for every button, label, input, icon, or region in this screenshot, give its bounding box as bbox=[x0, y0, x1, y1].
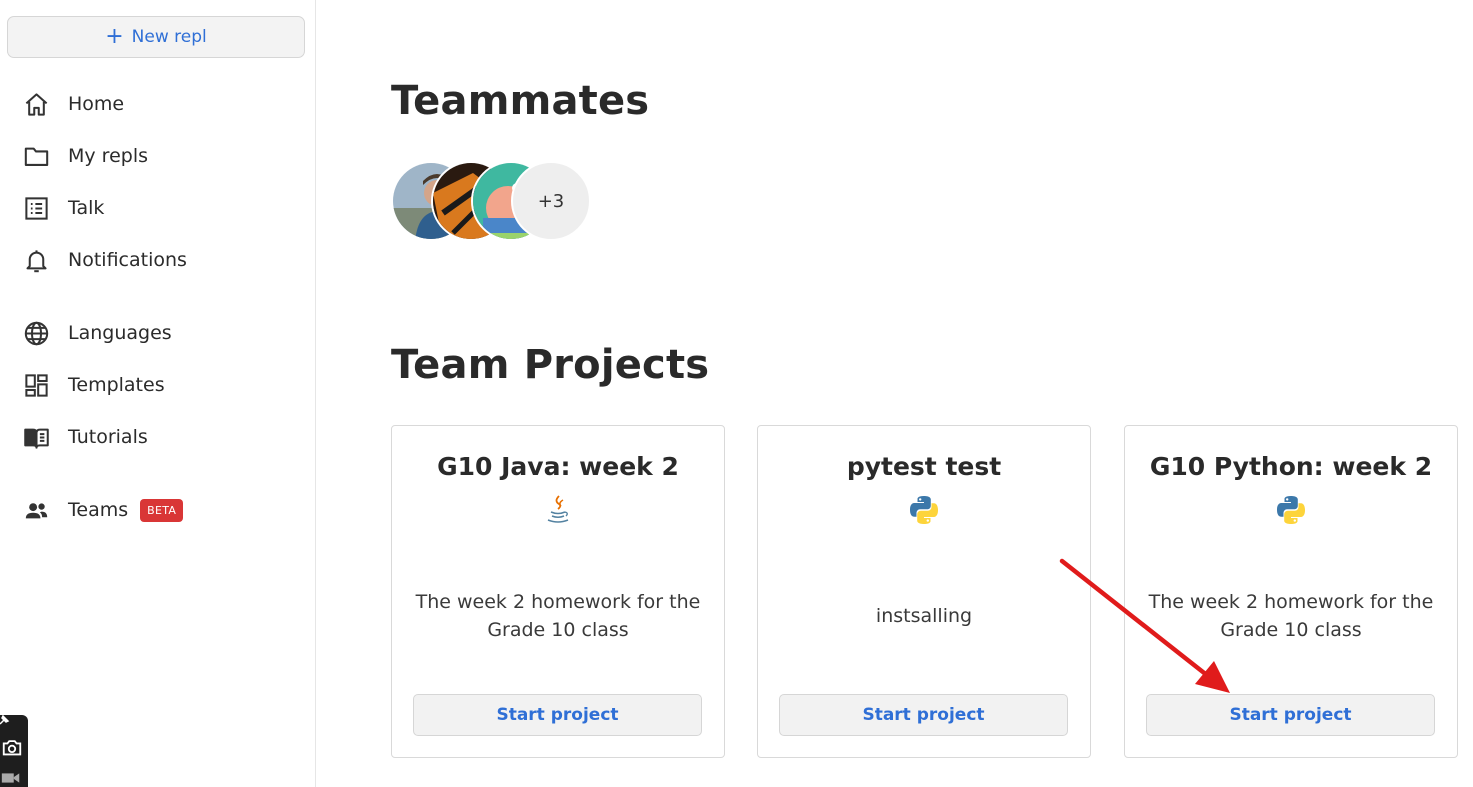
sidebar-item-label: Languages bbox=[68, 322, 172, 344]
video-icon[interactable] bbox=[0, 767, 22, 787]
sidebar-item-label: Talk bbox=[68, 197, 105, 219]
pin-icon bbox=[0, 714, 10, 725]
python-icon bbox=[910, 496, 938, 524]
project-title: G10 Java: week 2 bbox=[437, 452, 679, 481]
python-icon bbox=[1277, 496, 1305, 524]
bell-icon bbox=[22, 246, 50, 274]
book-icon bbox=[22, 423, 50, 451]
sidebar-item-languages[interactable]: Languages bbox=[22, 318, 172, 348]
sidebar-item-teams[interactable]: Teams BETA bbox=[22, 495, 184, 525]
project-description: instsalling bbox=[875, 605, 973, 627]
sidebar-item-label: Home bbox=[68, 93, 125, 115]
sidebar-item-label: Notifications bbox=[68, 249, 187, 271]
project-title: G10 Python: week 2 bbox=[1149, 452, 1433, 481]
folder-icon bbox=[22, 142, 50, 170]
sidebar-item-home[interactable]: Home bbox=[22, 89, 124, 119]
start-project-button[interactable]: Start project bbox=[779, 694, 1068, 736]
sidebar-item-notifications[interactable]: Notifications bbox=[22, 245, 187, 275]
globe-icon bbox=[22, 319, 50, 347]
home-icon bbox=[22, 90, 50, 118]
start-project-button[interactable]: Start project bbox=[413, 694, 702, 736]
screen-capture-widget[interactable] bbox=[0, 714, 28, 787]
project-card[interactable]: G10 Java: week 2 The week 2 homework for… bbox=[391, 425, 725, 758]
sidebar-item-talk[interactable]: Talk bbox=[22, 193, 104, 223]
templates-icon bbox=[22, 371, 50, 399]
new-repl-button[interactable]: + New repl bbox=[7, 16, 305, 58]
java-icon bbox=[547, 495, 569, 523]
project-title: pytest test bbox=[846, 452, 1002, 481]
list-icon bbox=[22, 194, 50, 222]
teammates-heading: Teammates bbox=[391, 78, 650, 124]
new-repl-label: New repl bbox=[131, 27, 207, 47]
sidebar-item-my-repls[interactable]: My repls bbox=[22, 141, 148, 171]
sidebar-item-label: My repls bbox=[68, 145, 148, 167]
sidebar-item-label: Teams bbox=[68, 499, 129, 521]
beta-badge: BETA bbox=[140, 498, 184, 522]
camera-icon[interactable] bbox=[1, 737, 23, 759]
team-projects-heading: Team Projects bbox=[391, 342, 710, 388]
sidebar-item-label: Templates bbox=[68, 374, 165, 396]
sidebar-item-label: Tutorials bbox=[68, 426, 148, 448]
sidebar: + New repl Home My repls Talk Notificati… bbox=[0, 0, 316, 787]
sidebar-item-tutorials[interactable]: Tutorials bbox=[22, 422, 148, 452]
project-card[interactable]: pytest test instsalling Start project bbox=[757, 425, 1091, 758]
more-teammates-badge[interactable]: +3 bbox=[511, 161, 591, 241]
plus-icon: + bbox=[105, 24, 124, 49]
project-card[interactable]: G10 Python: week 2 The week 2 homework f… bbox=[1124, 425, 1458, 758]
project-description: The week 2 homework for the Grade 10 cla… bbox=[415, 591, 701, 641]
project-description: The week 2 homework for the Grade 10 cla… bbox=[1148, 591, 1434, 641]
people-icon bbox=[22, 496, 50, 524]
start-project-button[interactable]: Start project bbox=[1146, 694, 1435, 736]
sidebar-item-templates[interactable]: Templates bbox=[22, 370, 165, 400]
